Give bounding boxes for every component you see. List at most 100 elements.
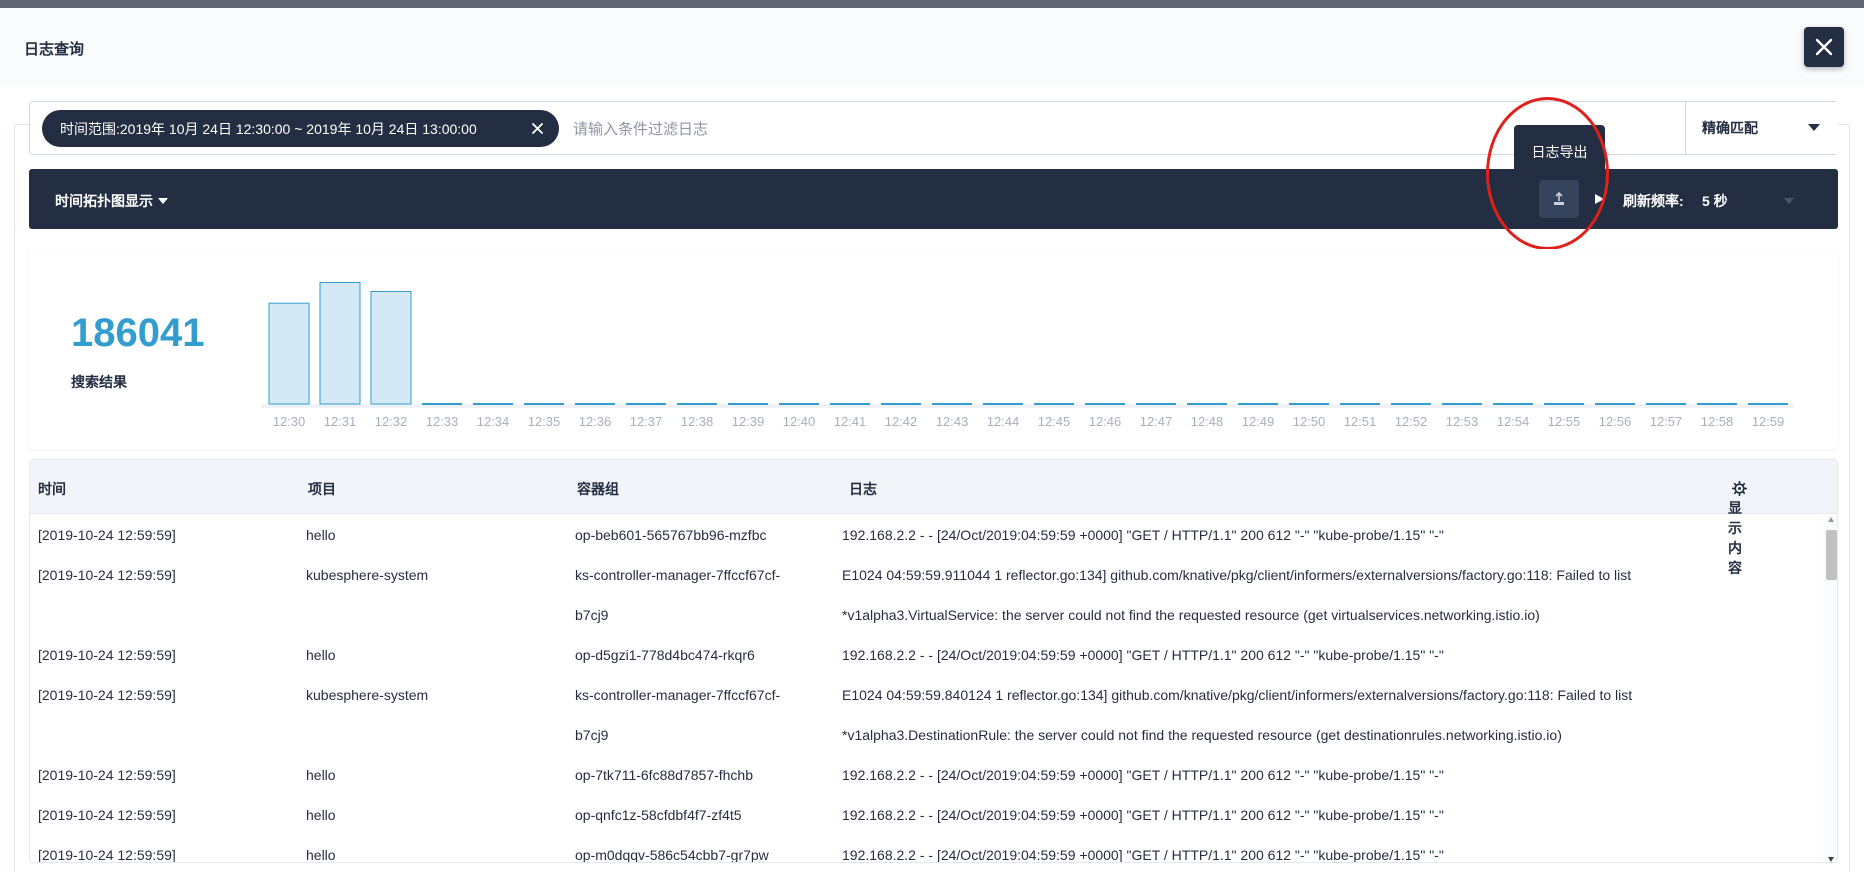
match-mode-label: 精确匹配 <box>1702 120 1758 136</box>
log-pod: op-7tk711-6fc88d7857-fhchb <box>575 767 753 783</box>
play-icon <box>1594 194 1604 204</box>
close-icon[interactable] <box>530 121 545 136</box>
scroll-down-arrow-icon[interactable] <box>1828 857 1834 862</box>
x-tick-label: 12:42 <box>885 414 918 429</box>
log-filter-input[interactable] <box>573 112 1473 146</box>
log-row: [2019-10-24 12:59:59] hello op-m0dqqv-586c… <box>30 835 1823 863</box>
x-tick-label: 12:58 <box>1701 414 1734 429</box>
log-project: kubesphere-system <box>306 687 429 703</box>
x-tick-label: 12:54 <box>1497 414 1530 429</box>
log-pod: op-qnfc1z-58cfdbf4f7-zf4t5 <box>575 807 742 823</box>
x-tick-label: 12:55 <box>1548 414 1581 429</box>
export-button[interactable] <box>1539 180 1579 218</box>
x-tick-label: 12:52 <box>1395 414 1428 429</box>
export-icon <box>1554 191 1564 205</box>
log-message: E1024 04:59:59.840124 1 reflector.go:134… <box>842 687 1633 703</box>
log-row: [2019-10-24 12:59:59] hello op-beb601-5657… <box>30 515 1823 555</box>
log-message: *v1alpha3.VirtualService: the server cou… <box>842 607 1540 623</box>
log-row: [2019-10-24 12:59:59] hello op-qnfc1z-58cf… <box>30 795 1823 835</box>
app-topbar <box>0 0 1864 8</box>
log-project: hello <box>306 647 336 663</box>
column-header-pod: 容器组 <box>577 481 619 497</box>
chevron-down-icon[interactable] <box>1784 198 1794 204</box>
x-tick-label: 12:46 <box>1089 414 1122 429</box>
column-header-log: 日志 <box>849 481 877 497</box>
close-button[interactable] <box>1804 27 1844 67</box>
match-mode-select[interactable]: 精确匹配 <box>1685 102 1838 154</box>
play-button[interactable] <box>1591 191 1607 207</box>
log-project: hello <box>306 767 336 783</box>
chevron-down-icon <box>1808 124 1820 131</box>
refresh-frequency-select[interactable]: 5 秒 <box>1702 191 1728 211</box>
x-tick-label: 12:56 <box>1599 414 1632 429</box>
x-tick-label: 12:33 <box>426 414 459 429</box>
refresh-frequency-label: 刷新频率: <box>1623 193 1684 209</box>
log-message: 192.168.2.2 - - [24/Oct/2019:04:59:59 +0… <box>842 807 1444 823</box>
log-message: 192.168.2.2 - - [24/Oct/2019:04:59:59 +0… <box>842 527 1444 543</box>
log-message: *v1alpha3.DestinationRule: the server co… <box>842 727 1562 743</box>
log-row: [2019-10-24 12:59:59] hello op-7tk711-6fc8… <box>30 755 1823 795</box>
log-pod: op-m0dqqv-586c54cbb7-gr7pw <box>575 847 769 863</box>
x-tick-label: 12:53 <box>1446 414 1479 429</box>
x-tick-label: 12:36 <box>579 414 612 429</box>
gear-icon[interactable] <box>1732 480 1747 496</box>
log-histogram-chart: 12:30 12:31 12:32 12:33 12:34 12:35 12:36 12:37… <box>261 282 1794 429</box>
log-table-header: 时间 项目 容器组 日志 显示内容 <box>30 460 1837 576</box>
log-time: [2019-10-24 12:59:59] <box>38 807 176 823</box>
log-time: [2019-10-24 12:59:59] <box>38 567 176 583</box>
x-tick-label: 12:30 <box>273 414 306 429</box>
x-tick-label: 12:57 <box>1650 414 1683 429</box>
log-pod: b7cj9 <box>575 727 609 743</box>
log-time: [2019-10-24 12:59:59] <box>38 767 176 783</box>
log-message: E1024 04:59:59.911044 1 reflector.go:134… <box>842 567 1632 583</box>
x-tick-label: 12:34 <box>477 414 510 429</box>
topology-toggle-label: 时间拓扑图显示 <box>55 193 153 209</box>
x-tick-label: 12:47 <box>1140 414 1173 429</box>
log-row: [2019-10-24 12:59:59] kubesphere-system ks… <box>30 675 1823 755</box>
time-range-filter-tag[interactable]: 时间范围:2019年 10月 24日 12:30:00 ~ 2019年 10月 … <box>42 110 559 147</box>
x-tick-label: 12:32 <box>375 414 408 429</box>
scroll-up-arrow-icon[interactable] <box>1828 517 1834 522</box>
log-row: [2019-10-24 12:59:59] hello op-d5gzi1-778d… <box>30 635 1823 675</box>
filter-tag-label: 时间范围:2019年 10月 24日 12:30:00 ~ 2019年 10月 … <box>60 120 477 137</box>
caret-down-icon <box>158 198 168 204</box>
x-tick-label: 12:41 <box>834 414 867 429</box>
histogram-bar[interactable] <box>268 302 310 405</box>
log-time: [2019-10-24 12:59:59] <box>38 527 176 543</box>
x-tick-label: 12:49 <box>1242 414 1275 429</box>
log-message: 192.168.2.2 - - [24/Oct/2019:04:59:59 +0… <box>842 847 1444 863</box>
log-message: 192.168.2.2 - - [24/Oct/2019:04:59:59 +0… <box>842 647 1444 663</box>
log-pod: op-d5gzi1-778d4bc474-rkqr6 <box>575 647 755 663</box>
log-project: hello <box>306 847 336 863</box>
log-pod: b7cj9 <box>575 607 609 623</box>
log-row: [2019-10-24 12:59:59] kubesphere-system ks… <box>30 555 1823 635</box>
log-time: [2019-10-24 12:59:59] <box>38 847 176 863</box>
x-tick-label: 12:39 <box>732 414 765 429</box>
column-header-time: 时间 <box>38 481 66 497</box>
log-time: [2019-10-24 12:59:59] <box>38 687 176 703</box>
x-tick-label: 12:40 <box>783 414 816 429</box>
log-time: [2019-10-24 12:59:59] <box>38 647 176 663</box>
x-tick-label: 12:59 <box>1752 414 1785 429</box>
close-icon <box>1815 38 1833 56</box>
histogram-bar[interactable] <box>319 282 361 405</box>
export-tooltip: 日志导出 <box>1514 125 1605 179</box>
x-tick-label: 12:38 <box>681 414 714 429</box>
scrollbar-thumb[interactable] <box>1826 530 1837 580</box>
x-tick-label: 12:43 <box>936 414 969 429</box>
log-table-scrollbar[interactable] <box>1823 515 1837 862</box>
log-message: 192.168.2.2 - - [24/Oct/2019:04:59:59 +0… <box>842 767 1444 783</box>
x-tick-label: 12:44 <box>987 414 1020 429</box>
log-table-body: [2019-10-24 12:59:59] hello op-beb601-5657… <box>30 515 1823 863</box>
x-tick-label: 12:50 <box>1293 414 1326 429</box>
x-tick-label: 12:48 <box>1191 414 1224 429</box>
column-header-project: 项目 <box>308 481 336 497</box>
x-tick-label: 12:51 <box>1344 414 1377 429</box>
modal-title: 日志查询 <box>24 41 85 58</box>
x-tick-label: 12:45 <box>1038 414 1071 429</box>
modal-header: 日志查询 <box>0 8 1864 86</box>
display-content-toggle[interactable]: 显示内容 <box>1728 479 1747 576</box>
histogram-bar[interactable] <box>370 291 412 405</box>
topology-toggle[interactable]: 时间拓扑图显示 <box>55 191 168 211</box>
x-tick-label: 12:35 <box>528 414 561 429</box>
